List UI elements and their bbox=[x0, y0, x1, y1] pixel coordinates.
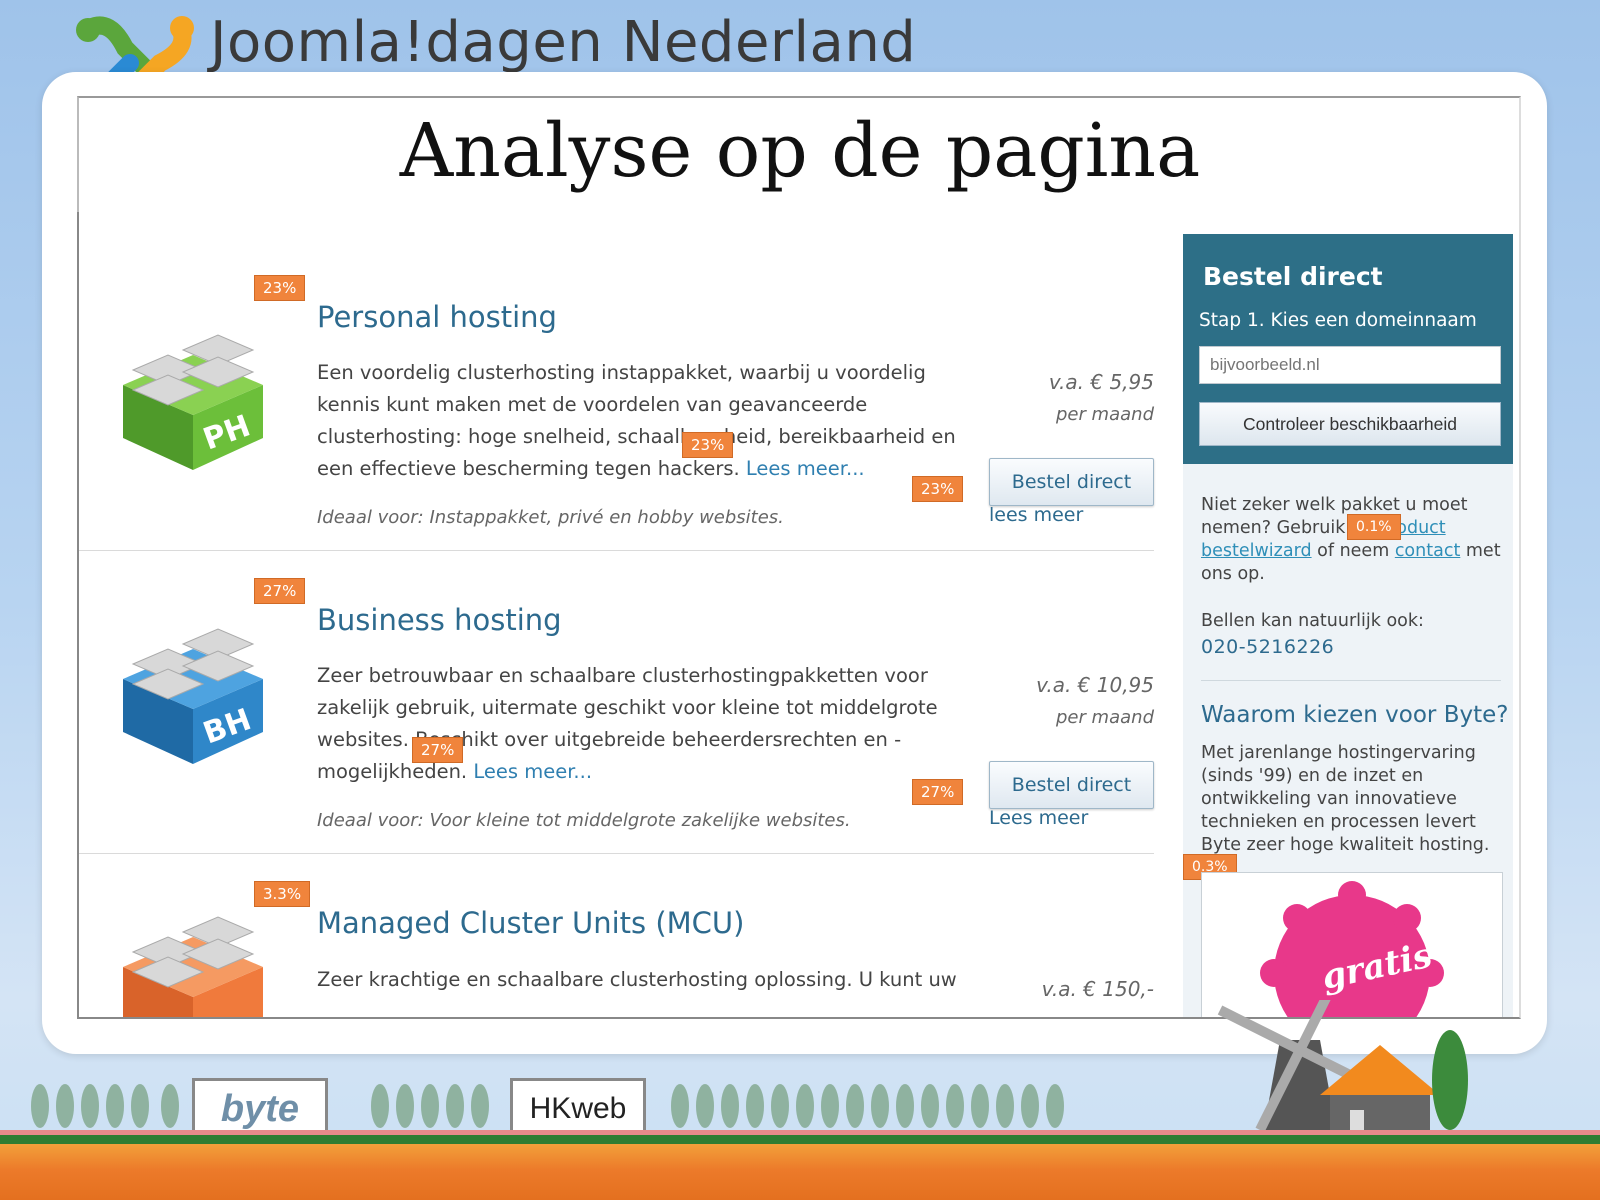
divider bbox=[1201, 680, 1501, 681]
lees-meer-link[interactable]: Lees meer... bbox=[473, 760, 592, 783]
tulip-field-ground bbox=[0, 1130, 1600, 1200]
click-percentage-badge: 23% bbox=[254, 275, 306, 301]
order-sidebar: Bestel direct Stap 1. Kies een domeinnaa… bbox=[1183, 234, 1513, 1017]
order-box: Bestel direct Stap 1. Kies een domeinnaa… bbox=[1183, 234, 1513, 464]
lees-meer-link[interactable]: Lees meer bbox=[989, 807, 1088, 829]
package-ideal-for: Ideaal voor: Voor kleine tot middelgrote… bbox=[317, 810, 851, 831]
brand-name: Joomla!dagen Nederland bbox=[210, 10, 917, 75]
lees-meer-link[interactable]: Lees meer... bbox=[746, 457, 865, 480]
help-text: Niet zeker welk pakket u moet nemen? Geb… bbox=[1201, 494, 1506, 586]
why-text: Met jarenlange hostingervaring (sinds '9… bbox=[1201, 743, 1490, 855]
package-price: v.a. € 10,95 bbox=[1036, 673, 1154, 697]
bestel-direct-button[interactable]: Bestel direct bbox=[989, 458, 1154, 506]
package-price: v.a. € 150,- bbox=[1041, 977, 1154, 1001]
contact-link[interactable]: contact bbox=[1395, 541, 1461, 561]
click-percentage-badge: 27% bbox=[254, 578, 306, 604]
click-percentage-badge: 27% bbox=[412, 737, 464, 763]
why-heading: Waarom kiezen voor Byte? bbox=[1201, 702, 1509, 728]
price-period: per maand bbox=[1055, 404, 1154, 425]
divider bbox=[79, 853, 1154, 854]
domain-input[interactable] bbox=[1199, 346, 1501, 384]
promo-seal-icon: gratis bbox=[1260, 881, 1444, 1017]
click-percentage-badge: 23% bbox=[912, 476, 964, 502]
click-percentage-badge: 0.1% bbox=[1347, 514, 1401, 540]
click-percentage-badge: 3.3% bbox=[254, 881, 311, 907]
package-description: Een voordelig clusterhosting instappakke… bbox=[317, 357, 967, 485]
package-description: Zeer betrouwbaar en schaalbare clusterho… bbox=[317, 660, 967, 788]
description-text: Zeer betrouwbaar en schaalbare clusterho… bbox=[317, 664, 938, 783]
server-box-icon: PH bbox=[123, 334, 263, 470]
sponsor-logo-hkweb: HKweb bbox=[529, 1092, 627, 1125]
order-step-label: Stap 1. Kies een domeinnaam bbox=[1199, 310, 1477, 331]
server-box-icon: BH bbox=[123, 628, 263, 764]
sponsor-logo-byte: byte bbox=[220, 1087, 300, 1130]
server-box-icon bbox=[123, 916, 263, 1017]
slide-title: Analyse op de pagina bbox=[399, 108, 1201, 194]
bestel-direct-button[interactable]: Bestel direct bbox=[989, 761, 1154, 809]
check-availability-button[interactable]: Controleer beschikbaarheid bbox=[1199, 402, 1501, 446]
lees-meer-link[interactable]: lees meer bbox=[989, 504, 1083, 526]
click-percentage-badge: 27% bbox=[912, 779, 964, 805]
order-heading: Bestel direct bbox=[1203, 262, 1383, 291]
divider bbox=[79, 550, 1154, 551]
page-screenshot: PH 23% Personal hosting Een voordelig cl… bbox=[77, 212, 1521, 1019]
promo-banner[interactable]: gratis bbox=[1201, 872, 1503, 1017]
package-ideal-for: Ideaal voor: Instappakket, privé en hobb… bbox=[317, 507, 784, 528]
call-text: Bellen kan natuurlijk ook: bbox=[1201, 611, 1424, 631]
package-description: Zeer krachtige en schaalbare clusterhost… bbox=[317, 968, 957, 991]
click-percentage-badge: 23% bbox=[682, 432, 734, 458]
help-text-part: of neem bbox=[1311, 541, 1395, 561]
package-title[interactable]: Managed Cluster Units (MCU) bbox=[317, 906, 744, 940]
phone-number[interactable]: 020-5216226 bbox=[1201, 636, 1506, 659]
package-title[interactable]: Personal hosting bbox=[317, 300, 557, 334]
package-title[interactable]: Business hosting bbox=[317, 603, 562, 637]
price-period: per maand bbox=[1055, 707, 1154, 728]
package-price: v.a. € 5,95 bbox=[1048, 370, 1154, 394]
